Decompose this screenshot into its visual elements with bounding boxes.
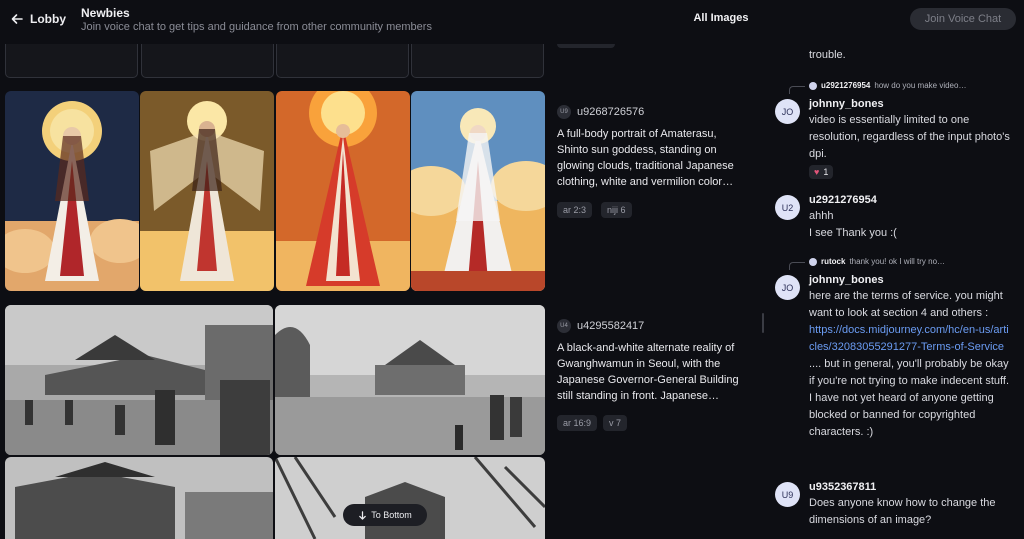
image-thumbnail[interactable]: [141, 44, 274, 78]
back-label: Lobby: [30, 12, 66, 26]
image-thumbnail[interactable]: [276, 44, 409, 78]
arrow-left-icon: [11, 14, 23, 24]
goddess-illustration: [140, 91, 274, 291]
post-prompt[interactable]: A full-body portrait of Amaterasu, Shint…: [557, 126, 743, 190]
tos-link[interactable]: https://docs.midjourney.com/hc/en-us/art…: [809, 324, 1009, 353]
image-thumbnail[interactable]: [5, 305, 273, 455]
avatar[interactable]: U9: [775, 482, 800, 507]
chat-username[interactable]: johnny_bones: [809, 274, 884, 286]
reply-snippet: thank you! ok I will try no…: [849, 257, 946, 266]
join-voice-chat-button[interactable]: Join Voice Chat: [910, 8, 1016, 30]
chat-username[interactable]: u9352367811: [809, 481, 876, 493]
reply-preview[interactable]: rutock thank you! ok I will try no…: [809, 257, 945, 266]
post-prompt[interactable]: A black-and-white alternate reality of G…: [557, 340, 743, 404]
reply-connector: [789, 262, 805, 270]
image-thumbnail[interactable]: [5, 91, 139, 291]
reaction-badge[interactable]: ♥ 1: [809, 165, 834, 179]
reply-connector: [789, 86, 805, 94]
chat-message-text: Does anyone know how to change the dimen…: [809, 497, 996, 526]
heart-icon: ♥: [814, 167, 820, 177]
chat-message-text: video is essentially limited to one reso…: [809, 114, 1010, 160]
avatar: U4: [557, 319, 571, 333]
avatar: U9: [557, 105, 571, 119]
goddess-illustration: [411, 91, 545, 291]
image-thumbnail[interactable]: [275, 457, 545, 539]
avatar: [809, 257, 817, 266]
all-images-tab[interactable]: All Images: [660, 12, 782, 24]
street-photo: [5, 305, 273, 455]
image-thumbnail[interactable]: [276, 91, 410, 291]
to-bottom-button[interactable]: To Bottom: [343, 504, 427, 526]
post-username: u4295582417: [577, 320, 645, 332]
param-chip: ar 16:9: [557, 415, 598, 431]
reaction-count: 1: [823, 167, 829, 177]
image-thumbnail[interactable]: [5, 44, 138, 78]
street-photo: [5, 457, 273, 539]
post-author[interactable]: U4 u4295582417: [557, 319, 644, 333]
avatar[interactable]: JO: [775, 275, 800, 300]
avatar[interactable]: U2: [775, 195, 800, 220]
goddess-illustration: [5, 91, 139, 291]
to-bottom-label: To Bottom: [371, 510, 412, 520]
avatar[interactable]: JO: [775, 99, 800, 124]
message-body: .... but in general, you'll probably be …: [809, 358, 1010, 387]
param-chip: v 7: [603, 415, 628, 431]
reply-username: u2921276954: [821, 81, 871, 90]
reply-preview[interactable]: u2921276954 how do you make video…: [809, 81, 966, 90]
reply-snippet: how do you make video…: [874, 81, 967, 90]
arrow-down-icon: [359, 510, 367, 520]
street-photo: [275, 457, 545, 539]
image-thumbnail[interactable]: [411, 44, 544, 78]
chat-username[interactable]: johnny_bones: [809, 98, 884, 110]
post-username: u9268726576: [577, 106, 645, 118]
reply-username: rutock: [821, 257, 846, 266]
message-body: I have not yet heard of anyone getting b…: [809, 392, 994, 438]
chat-message-text: here are the terms of service. you might…: [809, 288, 1014, 441]
image-thumbnail[interactable]: [275, 305, 545, 455]
image-thumbnail[interactable]: [5, 457, 273, 539]
chat-message-text: I see Thank you :(: [809, 227, 897, 239]
chat-username[interactable]: u2921276954: [809, 194, 877, 206]
image-thumbnail[interactable]: [140, 91, 274, 291]
avatar: [809, 81, 817, 90]
post-author[interactable]: U9 u9268726576: [557, 105, 644, 119]
channel-title: Newbies: [81, 6, 130, 20]
back-to-lobby-button[interactable]: Lobby: [10, 10, 66, 28]
channel-description: Join voice chat to get tips and guidance…: [81, 21, 432, 33]
goddess-illustration: [276, 91, 410, 291]
message-body: here are the terms of service. you might…: [809, 290, 1003, 319]
chat-message-text: ahhh: [809, 210, 834, 222]
panel-resize-handle[interactable]: [762, 313, 764, 333]
param-chip: ar 2:3: [557, 202, 593, 218]
header-bar: Lobby Newbies Join voice chat to get tip…: [0, 0, 1024, 44]
param-chip: niji 6: [601, 202, 632, 218]
image-thumbnail[interactable]: [411, 91, 545, 291]
street-photo: [275, 305, 545, 455]
